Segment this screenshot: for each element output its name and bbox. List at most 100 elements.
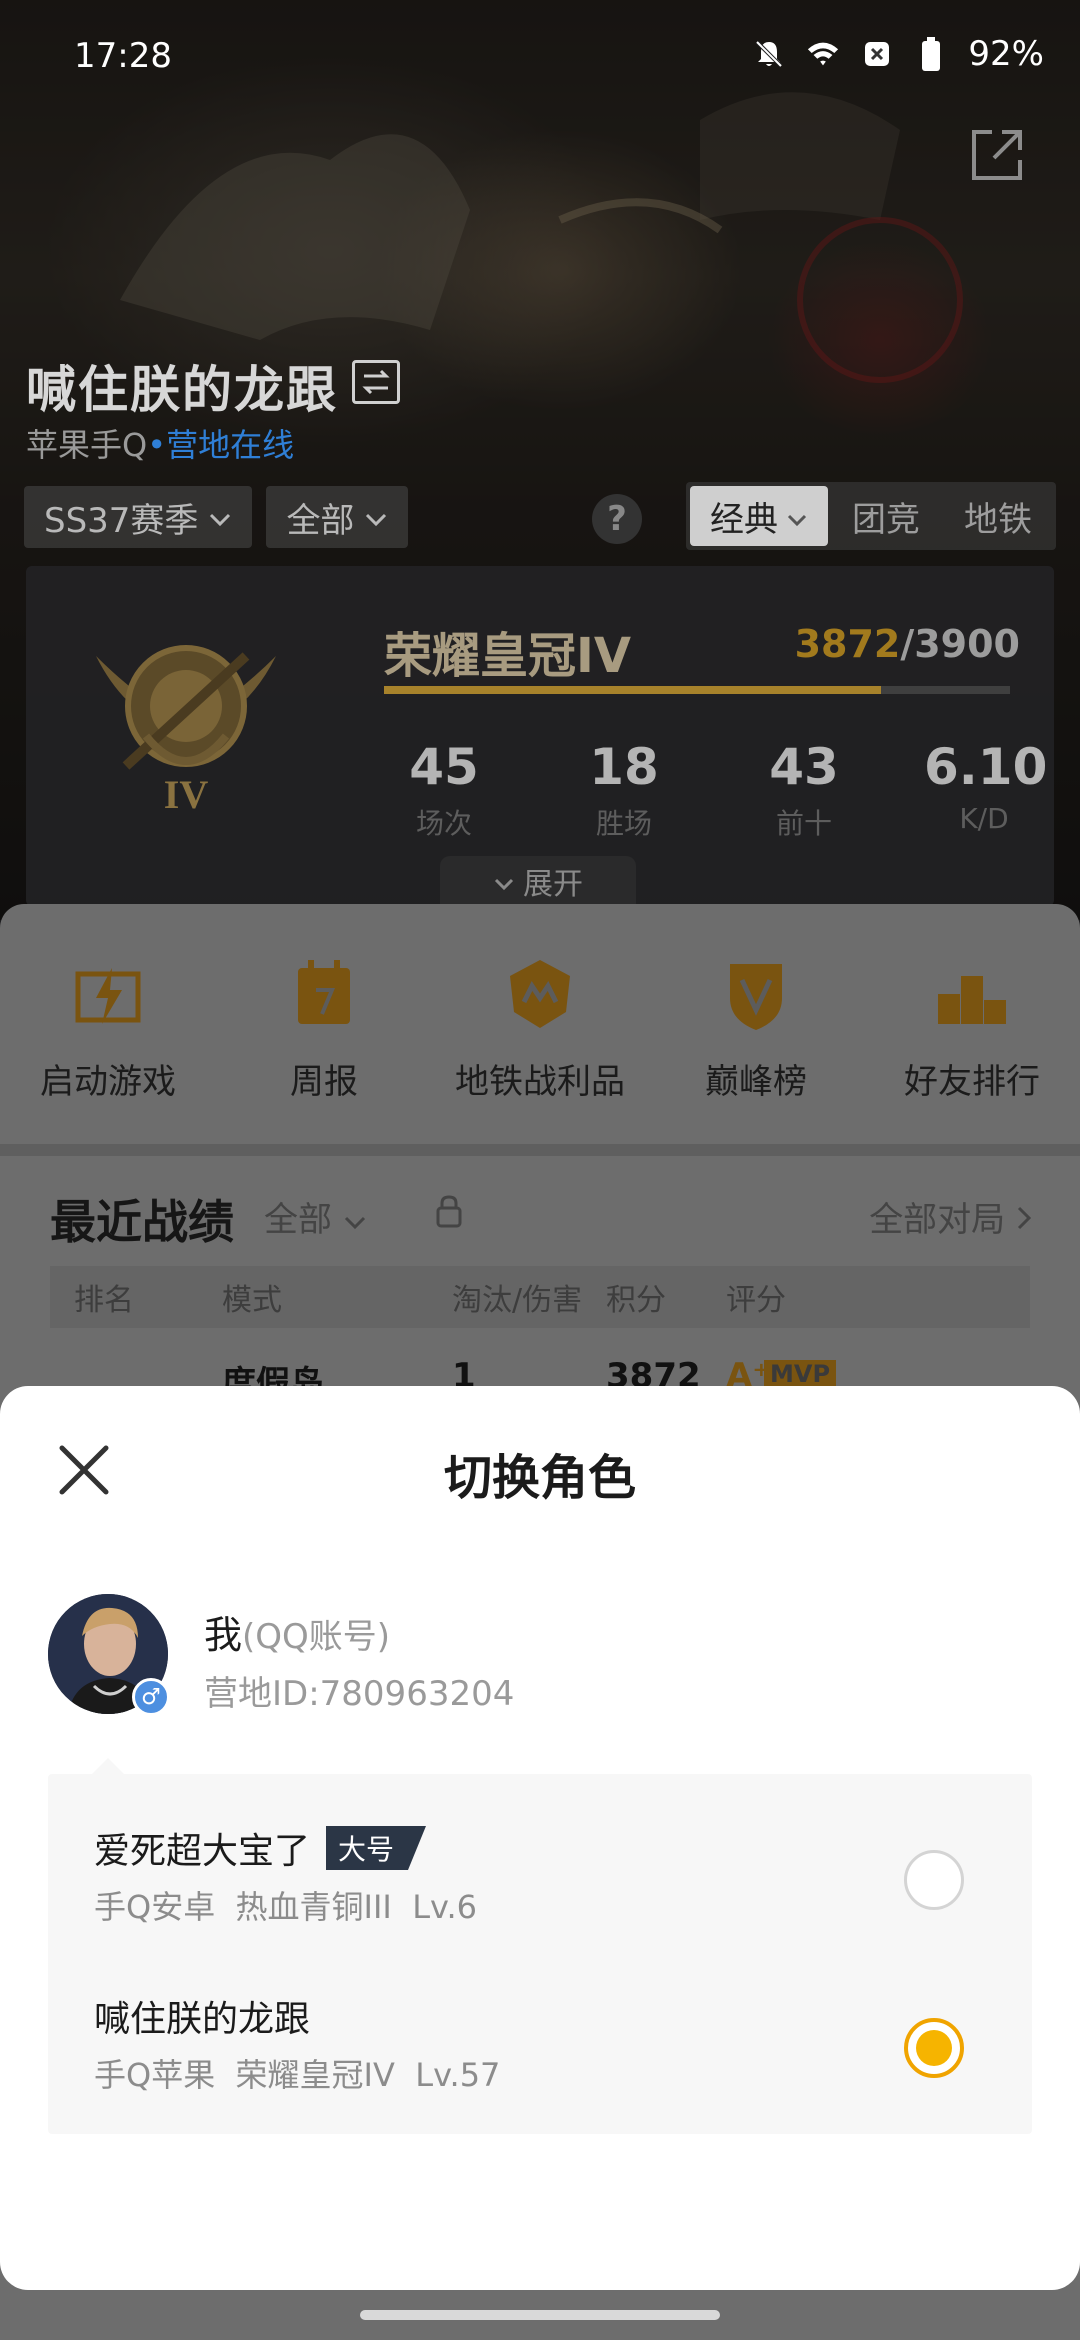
role-name: 爱死超大宝了 bbox=[94, 1831, 311, 1872]
role-level: Lv.6 bbox=[412, 1888, 478, 1926]
table-row[interactable]: 度假岛 1 3872 A⁺ MVP bbox=[50, 1348, 1030, 1388]
rank-card: IV 荣耀皇冠IV 3872/3900 45 场次 18 胜场 43 前十 6.10 K… bbox=[26, 566, 1054, 906]
role-name: 喊住朕的龙跟 bbox=[94, 1999, 311, 2040]
stat-label: 前十 bbox=[775, 807, 832, 840]
male-gender-icon: ♂ bbox=[132, 1678, 170, 1716]
quick-label: 周报 bbox=[290, 1062, 358, 1102]
rank-title: 荣耀皇冠IV bbox=[384, 628, 632, 684]
player-subtitle: 苹果手Q•营地在线 bbox=[26, 420, 294, 466]
rank-score: 3872/3900 bbox=[795, 622, 1020, 666]
role-item[interactable]: 爱死超大宝了 大号 手Q安卓 热血青铜III Lv.6 bbox=[48, 1782, 1032, 1950]
main-account-tag: 大号 bbox=[326, 1826, 427, 1870]
scope-filter[interactable]: 全部 bbox=[266, 486, 409, 548]
tab-classic[interactable]: 经典 bbox=[690, 486, 828, 546]
role-radio[interactable] bbox=[904, 1850, 964, 1910]
calendar-icon bbox=[298, 960, 350, 1024]
quick-label: 好友排行 bbox=[904, 1062, 1040, 1102]
share-icon[interactable] bbox=[966, 124, 1028, 186]
lock-icon[interactable] bbox=[434, 1194, 464, 1228]
rank-progress-fill bbox=[384, 686, 882, 694]
filter-row: SS37赛季 全部 bbox=[24, 486, 409, 548]
quick-metro-loot[interactable]: 地铁战利品 bbox=[432, 904, 648, 1144]
stat-kd: 6.10 K/D bbox=[924, 738, 1047, 842]
role-platform: 手Q苹果 bbox=[94, 2056, 216, 2094]
stat-matches: 45 场次 bbox=[384, 738, 504, 842]
switch-role-icon[interactable] bbox=[352, 360, 400, 404]
quick-weekly-report[interactable]: 周报 bbox=[216, 904, 432, 1144]
role-item[interactable]: 喊住朕的龙跟 手Q苹果 荣耀皇冠IV Lv.57 bbox=[48, 1950, 1032, 2118]
role-platform: 手Q安卓 bbox=[94, 1888, 216, 1926]
account-owner: 我(QQ账号) bbox=[204, 1604, 390, 1659]
peak-rank-icon bbox=[730, 964, 782, 1030]
bell-muted-icon bbox=[752, 37, 786, 71]
role-name-row: 喊住朕的龙跟 bbox=[94, 1990, 310, 2042]
player-name: 喊住朕的龙跟 bbox=[26, 361, 338, 419]
col-score: 积分 bbox=[606, 1283, 666, 1318]
role-rank: 荣耀皇冠IV bbox=[235, 2056, 395, 2094]
quick-friend-ranking[interactable]: 好友排行 bbox=[864, 904, 1080, 1144]
mvp-badge: MVP bbox=[764, 1360, 837, 1388]
rank-score-current: 3872 bbox=[794, 622, 901, 666]
recent-filter-label: 全部 bbox=[264, 1200, 332, 1240]
pointer-caret bbox=[92, 1758, 124, 1774]
quick-actions: 启动游戏 周报 地铁战利品 巅峰榜 好友排行 bbox=[0, 904, 1080, 1144]
stat-label: K/D bbox=[959, 802, 1009, 835]
role-name-row: 爱死超大宝了 大号 bbox=[94, 1822, 427, 1874]
results-table-header: 排名 模式 淘汰/伤害 积分 评分 bbox=[50, 1266, 1030, 1328]
role-rank: 热血青铜III bbox=[235, 1888, 392, 1926]
quick-label: 启动游戏 bbox=[40, 1062, 176, 1102]
rank-emblem-numeral: IV bbox=[164, 772, 209, 816]
season-filter-label: SS37赛季 bbox=[44, 500, 199, 541]
recent-filter[interactable]: 全部 bbox=[264, 1192, 367, 1241]
role-info: 手Q安卓 热血青铜III Lv.6 bbox=[94, 1882, 477, 1928]
online-status: 营地在线 bbox=[166, 426, 295, 464]
lightning-icon bbox=[75, 968, 141, 1024]
quick-label: 地铁战利品 bbox=[455, 1062, 625, 1102]
stat-value: 45 bbox=[409, 738, 479, 796]
col-mode: 模式 bbox=[222, 1283, 282, 1318]
player-platform: 苹果手Q bbox=[26, 426, 148, 464]
stat-top10: 43 前十 bbox=[744, 738, 864, 842]
expand-label: 展开 bbox=[523, 867, 583, 902]
status-time: 17:28 bbox=[74, 36, 172, 76]
chevron-right-icon bbox=[1016, 1200, 1032, 1240]
online-dot: • bbox=[147, 426, 167, 464]
status-bar: 17:28 92% bbox=[0, 0, 1080, 110]
account-type: (QQ账号) bbox=[242, 1617, 391, 1657]
podium-icon bbox=[938, 976, 1006, 1024]
col-kills-damage: 淘汰/伤害 bbox=[452, 1283, 583, 1318]
tab-team-deathmatch[interactable]: 团竞 bbox=[832, 486, 940, 546]
col-rank: 排名 bbox=[74, 1283, 134, 1318]
rank-score-separator: / bbox=[900, 622, 915, 666]
metro-loot-icon bbox=[510, 960, 570, 1028]
home-indicator[interactable] bbox=[360, 2310, 720, 2320]
expand-button[interactable]: 展开 bbox=[440, 856, 636, 906]
recent-results-title: 最近战绩 bbox=[50, 1195, 234, 1249]
switch-role-sheet: 切换角色 ♂ 我(QQ账号) 营地ID:780963204 爱死超大宝了 大号 … bbox=[0, 1386, 1080, 2290]
camp-id: 营地ID:780963204 bbox=[204, 1674, 515, 1714]
chevron-down-icon bbox=[208, 497, 232, 537]
mode-tabs: 经典 团竞 地铁 bbox=[686, 482, 1056, 550]
quick-launch-game[interactable]: 启动游戏 bbox=[0, 904, 216, 1144]
all-matches-link[interactable]: 全部对局 bbox=[869, 1192, 1032, 1241]
tab-metro[interactable]: 地铁 bbox=[944, 486, 1052, 546]
sim-off-icon bbox=[860, 37, 894, 71]
season-filter[interactable]: SS37赛季 bbox=[24, 486, 253, 548]
section-divider bbox=[0, 1144, 1080, 1156]
row-kills: 1 bbox=[452, 1356, 476, 1388]
rank-progress-bar bbox=[384, 686, 1010, 694]
status-icons: 92% bbox=[752, 34, 1044, 74]
role-info: 手Q苹果 荣耀皇冠IV Lv.57 bbox=[94, 2050, 500, 2096]
role-list: 爱死超大宝了 大号 手Q安卓 热血青铜III Lv.6 喊住朕的龙跟 手Q苹果 … bbox=[48, 1774, 1032, 2134]
all-matches-label: 全部对局 bbox=[869, 1200, 1006, 1240]
role-radio-selected[interactable] bbox=[904, 2018, 964, 2078]
help-button[interactable]: ? bbox=[592, 494, 642, 544]
stat-label: 胜场 bbox=[595, 807, 652, 840]
row-score: 3872 bbox=[606, 1356, 701, 1388]
chevron-down-icon bbox=[364, 497, 388, 537]
stats-row: 45 场次 18 胜场 43 前十 6.10 K/D bbox=[384, 738, 1047, 842]
quick-peak-ranking[interactable]: 巅峰榜 bbox=[648, 904, 864, 1144]
sheet-title: 切换角色 bbox=[443, 1450, 636, 1506]
crown-rank-emblem-icon: IV bbox=[86, 616, 286, 817]
row-mode: 度假岛 bbox=[222, 1364, 324, 1388]
